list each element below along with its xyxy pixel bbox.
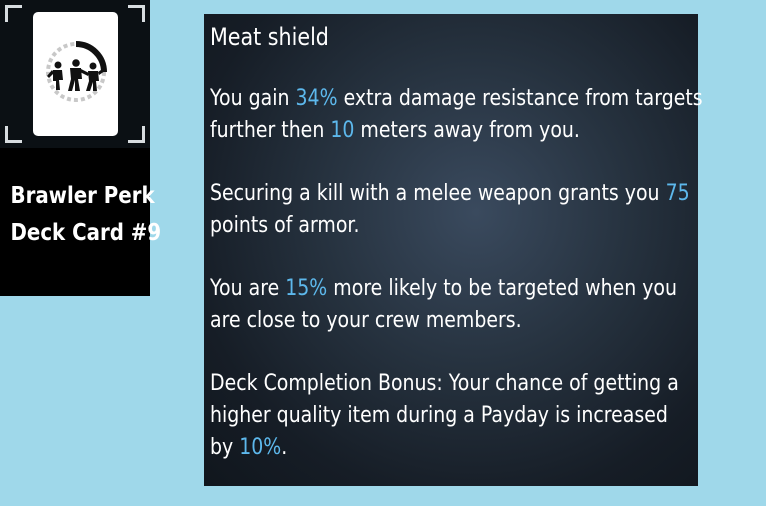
perk-title: Meat shield <box>210 23 329 51</box>
frame-corner <box>128 5 145 22</box>
perk-card-panel: Brawler Perk Deck Card #9 <box>0 0 162 296</box>
perk-description-3: You are 15% more likely to be targeted w… <box>210 273 692 337</box>
text: higher quality item during a Payday is i… <box>210 403 668 428</box>
text: meters away from you. <box>354 118 580 143</box>
text: Securing a kill with a melee weapon gran… <box>210 181 666 206</box>
value-highlight: 75 <box>665 181 690 206</box>
card-frame[interactable] <box>0 0 150 148</box>
text: more likely to be targeted when you <box>327 276 677 301</box>
text: extra damage resistance from targets <box>337 86 703 111</box>
text: by <box>210 435 240 460</box>
value-highlight: 10 <box>330 118 355 143</box>
caption-line-2: Deck Card #9 <box>10 220 162 246</box>
text: are close to your crew members. <box>210 308 522 333</box>
perk-card <box>33 12 118 136</box>
deck-completion-bonus: Deck Completion Bonus: Your chance of ge… <box>210 368 692 464</box>
card-caption: Brawler Perk Deck Card #9 <box>10 178 162 252</box>
value-highlight: 10% <box>239 435 282 460</box>
value-highlight: 34% <box>295 86 338 111</box>
text: You are <box>210 276 286 301</box>
perk-description-2: Securing a kill with a melee weapon gran… <box>210 178 692 242</box>
brawlers-icon <box>46 41 107 102</box>
text: further then <box>210 118 331 143</box>
tooltip-content: Meat shield You gain 34% extra damage re… <box>210 20 703 495</box>
value-highlight: 15% <box>285 276 328 301</box>
text: You gain <box>210 86 296 111</box>
text: points of armor. <box>210 213 360 238</box>
text: . <box>281 435 288 460</box>
perk-tooltip: Meat shield You gain 34% extra damage re… <box>204 14 703 486</box>
text: Deck Completion Bonus: Your chance of ge… <box>210 371 679 396</box>
perk-description-1: You gain 34% extra damage resistance fro… <box>210 83 703 147</box>
frame-corner <box>5 5 22 22</box>
frame-corner <box>5 126 22 143</box>
frame-corner <box>128 126 145 143</box>
caption-line-1: Brawler Perk <box>10 183 155 209</box>
